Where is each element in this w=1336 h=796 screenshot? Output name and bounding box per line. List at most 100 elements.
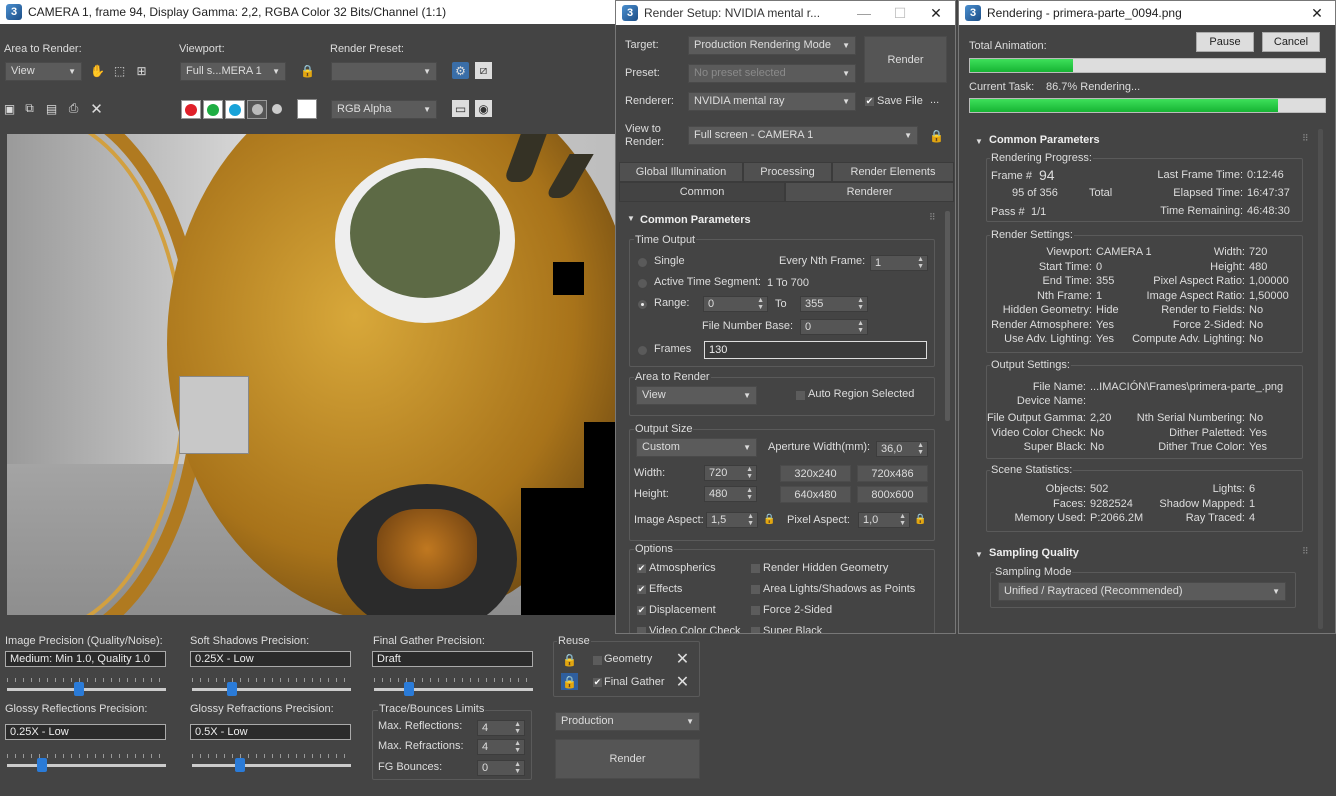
displacement-checkbox[interactable]: ✔ [636, 605, 647, 616]
height-spinner[interactable]: 480 ▲ ▼ [704, 486, 757, 502]
soft-shadows-field[interactable]: 0.25X - Low [190, 651, 351, 667]
glossy-refractions-slider[interactable] [192, 758, 351, 772]
slider-knob[interactable] [226, 682, 237, 696]
image-precision-field[interactable]: Medium: Min 1.0, Quality 1.0 [5, 651, 166, 667]
lock-icon[interactable]: 🔒 [561, 673, 578, 690]
spinner-arrows-icon[interactable]: ▲ ▼ [514, 761, 521, 775]
save-file-checkbox[interactable]: ✔ [864, 96, 875, 107]
force-2-sided-checkbox[interactable] [750, 605, 761, 616]
drag-handle-icon[interactable]: ⠿ [1302, 546, 1309, 557]
close-icon[interactable]: ✕ [1299, 1, 1335, 25]
spinner-arrows-icon[interactable]: ▲ ▼ [746, 487, 753, 501]
file-number-base-spinner[interactable]: 0 ▲ ▼ [800, 319, 868, 335]
area-to-render-dropdown[interactable]: View ▼ [5, 62, 82, 81]
tab-renderer[interactable]: Renderer [785, 182, 954, 202]
lock-icon[interactable]: 🔒 [928, 127, 945, 144]
pause-button[interactable]: Pause [1196, 32, 1254, 52]
background-color-swatch[interactable] [297, 99, 317, 119]
copy-image-icon[interactable]: ⧉ [21, 100, 38, 117]
spinner-arrows-icon[interactable]: ▲ ▼ [746, 466, 753, 480]
soft-shadows-slider[interactable] [192, 682, 351, 696]
slider-knob[interactable] [73, 682, 84, 696]
spinner-arrows-icon[interactable]: ▲ ▼ [757, 297, 764, 311]
scrollbar[interactable] [945, 211, 950, 421]
alpha-channel-toggle[interactable] [247, 100, 267, 119]
area-lights-checkbox[interactable] [750, 584, 761, 595]
super-black-checkbox[interactable] [750, 626, 761, 633]
range-to-spinner[interactable]: 355 ▲ ▼ [800, 296, 868, 312]
viewport-dropdown[interactable]: Full s...MERA 1 ▼ [180, 62, 286, 81]
render-button[interactable]: Render [555, 739, 700, 779]
video-color-check-checkbox[interactable] [636, 626, 647, 633]
final-gather-precision-slider[interactable] [374, 682, 533, 696]
lock-icon[interactable]: 🔒 [299, 62, 316, 79]
pixel-aspect-spinner[interactable]: 1,0 ▲ ▼ [858, 512, 910, 528]
single-radio[interactable] [637, 257, 648, 268]
edit-region-icon[interactable]: ✋ [89, 62, 106, 79]
spinner-arrows-icon[interactable]: ▲ ▼ [747, 513, 754, 527]
sampling-mode-dropdown[interactable]: Unified / Raytraced (Recommended) ▼ [998, 582, 1286, 601]
range-from-spinner[interactable]: 0 ▲ ▼ [703, 296, 768, 312]
active-segment-radio[interactable] [637, 278, 648, 289]
image-precision-slider[interactable] [7, 682, 166, 696]
save-image-icon[interactable]: ▣ [1, 100, 18, 117]
drag-handle-icon[interactable]: ⠿ [1302, 133, 1309, 144]
tab-processing[interactable]: Processing [743, 162, 832, 182]
sampling-quality-title[interactable]: Sampling Quality [989, 543, 1079, 563]
spinner-arrows-icon[interactable]: ▲ ▼ [857, 297, 864, 311]
cancel-button[interactable]: Cancel [1262, 32, 1320, 52]
spinner-arrows-icon[interactable]: ▲ ▼ [514, 740, 521, 754]
render-setup-icon[interactable]: ⚙ [452, 62, 469, 79]
clear-icon[interactable]: ✕ [88, 100, 105, 118]
print-icon[interactable]: ⎙ [65, 100, 82, 117]
toggle-ui-icon[interactable]: ◉ [475, 100, 492, 117]
spinner-arrows-icon[interactable]: ▲ ▼ [857, 320, 864, 334]
green-channel-toggle[interactable] [203, 100, 223, 119]
spinner-arrows-icon[interactable]: ▲ ▼ [917, 256, 924, 270]
collapse-icon[interactable]: ▼ [975, 550, 983, 559]
tab-global-illumination[interactable]: Global Illumination [619, 162, 743, 182]
spinner-arrows-icon[interactable]: ▲ ▼ [917, 442, 924, 456]
final-gather-precision-field[interactable]: Draft [372, 651, 533, 667]
red-channel-toggle[interactable] [181, 100, 201, 119]
more-button[interactable]: ... [930, 94, 939, 106]
preset-720x486-button[interactable]: 720x486 [857, 465, 928, 482]
auto-region-icon[interactable]: ⬚ [111, 62, 128, 79]
image-aspect-spinner[interactable]: 1,5 ▲ ▼ [706, 512, 758, 528]
render-hidden-geometry-checkbox[interactable] [750, 563, 761, 574]
minimize-icon[interactable]: — [846, 1, 882, 25]
aperture-spinner[interactable]: 36,0 ▲ ▼ [876, 441, 928, 457]
collapse-icon[interactable]: ▼ [627, 214, 635, 223]
preset-640x480-button[interactable]: 640x480 [780, 486, 851, 503]
common-parameters-title[interactable]: Common Parameters [640, 210, 751, 230]
preset-800x600-button[interactable]: 800x600 [857, 486, 928, 503]
close-icon[interactable]: ✕ [918, 1, 954, 25]
frames-radio[interactable] [637, 345, 648, 356]
drag-handle-icon[interactable]: ⠿ [929, 212, 936, 223]
preset-320x240-button[interactable]: 320x240 [780, 465, 851, 482]
clear-final-gather-icon[interactable]: ✕ [674, 673, 691, 691]
environment-icon[interactable]: ⧄ [475, 62, 492, 79]
monochrome-toggle[interactable] [272, 104, 282, 114]
glossy-refractions-field[interactable]: 0.5X - Low [190, 724, 351, 740]
output-size-dropdown[interactable]: Custom ▼ [636, 438, 757, 457]
tab-render-elements[interactable]: Render Elements [832, 162, 954, 182]
range-radio[interactable] [637, 299, 648, 310]
production-dropdown[interactable]: Production ▼ [555, 712, 700, 731]
tab-common[interactable]: Common [619, 182, 785, 202]
lock-pixel-aspect-icon[interactable]: 🔒 [912, 511, 929, 528]
blue-channel-toggle[interactable] [225, 100, 245, 119]
every-nth-spinner[interactable]: 1 ▲ ▼ [870, 255, 928, 271]
toggle-ui-overlay-icon[interactable]: ▭ [452, 100, 469, 117]
spinner-arrows-icon[interactable]: ▲ ▼ [514, 721, 521, 735]
clone-window-icon[interactable]: ▤ [43, 100, 60, 117]
slider-knob[interactable] [403, 682, 414, 696]
max-refractions-spinner[interactable]: 4 ▲ ▼ [477, 739, 525, 755]
frames-field[interactable]: 130 [704, 341, 927, 359]
crop-region-icon[interactable]: ⊞ [133, 62, 150, 79]
max-reflections-spinner[interactable]: 4 ▲ ▼ [477, 720, 525, 736]
final-gather-checkbox[interactable]: ✔ [592, 677, 603, 688]
view-to-render-dropdown[interactable]: Full screen - CAMERA 1 ▼ [688, 126, 918, 145]
auto-region-checkbox[interactable] [795, 390, 806, 401]
geometry-checkbox[interactable] [592, 655, 603, 666]
